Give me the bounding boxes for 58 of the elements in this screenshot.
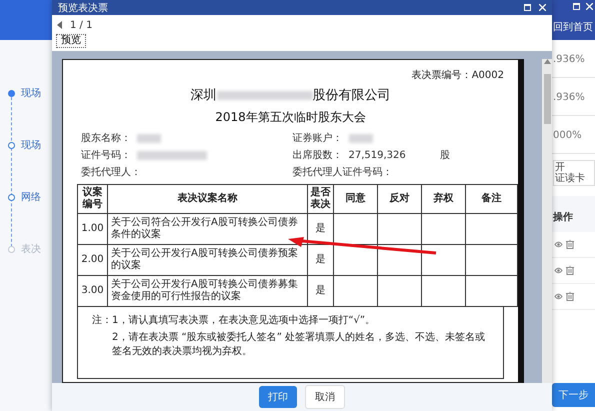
window-title: 预览表决票 xyxy=(58,2,109,14)
table-cell: 1.00 xyxy=(78,214,108,244)
eye-icon[interactable] xyxy=(554,292,563,301)
blurred-value xyxy=(137,150,207,160)
company-name: 股份有限公司 xyxy=(312,87,390,104)
note-text: 2，请在表决票 “股东或被委托人签名” 处签署填票人的姓名，多选、不选、未签名或签名无效的表决票均视为弃权。 xyxy=(111,330,486,358)
note-text: 注：1，请认真填写表决票，在表决意见选项中选择一项打“√”。 xyxy=(92,314,376,327)
maximize-icon[interactable] xyxy=(524,4,531,11)
column-header: 同意 xyxy=(334,184,378,214)
ticket-number: 表决票编号：A0002 xyxy=(412,68,504,82)
trash-icon[interactable] xyxy=(566,266,574,275)
step-label[interactable]: 现场 xyxy=(21,86,41,100)
trash-icon[interactable] xyxy=(566,292,574,301)
unit-label: 股 xyxy=(440,149,450,162)
eye-icon[interactable] xyxy=(554,240,563,249)
blurred-value xyxy=(348,134,372,142)
table-cell: 2.00 xyxy=(78,244,108,276)
preview-button[interactable]: 预览 xyxy=(56,34,86,48)
field-label: 委托代理人证件号码： xyxy=(292,166,392,179)
column-header: 表决议案名称 xyxy=(108,184,308,214)
field-label: 出席股数： xyxy=(292,148,342,162)
eye-icon[interactable] xyxy=(554,266,563,275)
company-name: 深圳 xyxy=(190,87,216,104)
blurred-value xyxy=(137,134,161,142)
print-button[interactable]: 打印 xyxy=(259,386,297,408)
scroll-up-icon[interactable] xyxy=(544,59,550,64)
close-icon[interactable] xyxy=(539,4,546,11)
card-reader-button[interactable]: 开 证读卡 xyxy=(553,160,595,186)
table-cell: 关于公司公开发行A股可转换公司债券募集资金使用的可行性报告的议案 xyxy=(108,276,308,306)
field-label: 委托代理人： xyxy=(81,166,141,179)
table-cell: 关于公司公开发行A股可转换公司债券预案的议案 xyxy=(108,244,308,276)
column-header: 是否表决 xyxy=(308,184,334,214)
column-header: 议案编号 xyxy=(78,184,108,214)
page-indicator: 1 / 1 xyxy=(70,20,92,30)
next-button[interactable]: 下一步 xyxy=(552,383,595,407)
cancel-button[interactable]: 取消 xyxy=(305,385,345,409)
column-header: 反对 xyxy=(378,184,422,214)
table-cell: 3.00 xyxy=(78,276,108,306)
table-cell: 是 xyxy=(308,214,334,244)
field-value: 27,519,326 xyxy=(348,150,406,160)
field-label: 证件号码： xyxy=(81,149,131,162)
table-cell: 是 xyxy=(308,244,334,276)
field-label: 证券账户： xyxy=(292,132,342,145)
step-label[interactable]: 网络 xyxy=(21,190,41,204)
home-link[interactable]: 回到首页 xyxy=(553,20,593,34)
scrollbar[interactable] xyxy=(542,59,552,383)
meeting-title: 2018年第五次临时股东大会 xyxy=(214,109,367,126)
column-header: 操作 xyxy=(552,196,595,232)
close-icon[interactable] xyxy=(586,3,593,10)
column-header: 弃权 xyxy=(422,184,466,214)
column-header: 备注 xyxy=(466,184,518,214)
page-arrow-icon[interactable] xyxy=(56,21,64,29)
step-label[interactable]: 现场 xyxy=(21,138,41,152)
maximize-icon[interactable] xyxy=(573,3,580,10)
table-cell: 是 xyxy=(308,276,334,306)
field-label: 股东名称： xyxy=(81,132,131,145)
trash-icon[interactable] xyxy=(566,240,574,249)
sidebar-header xyxy=(0,0,52,40)
